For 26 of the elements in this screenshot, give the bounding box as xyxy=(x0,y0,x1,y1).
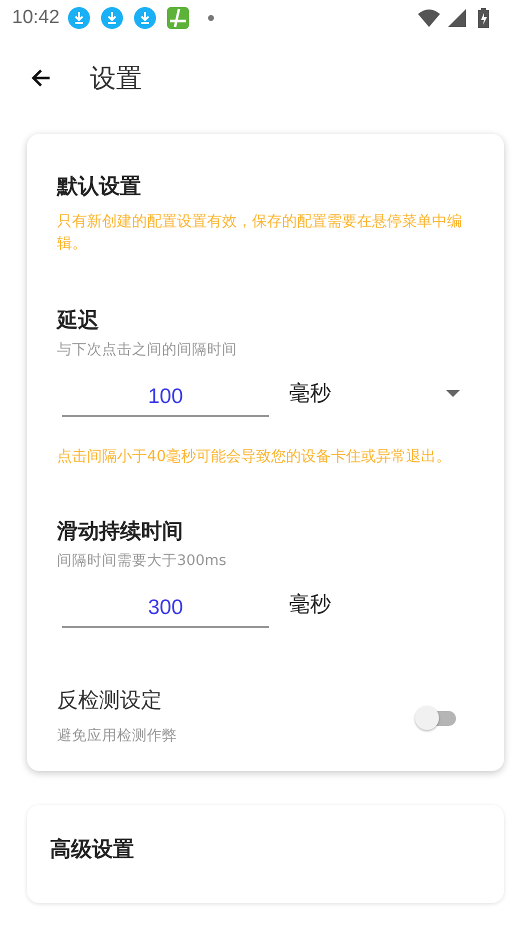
battery-icon xyxy=(478,8,489,28)
signal-icon xyxy=(446,9,468,27)
unit-dropdown[interactable]: 毫秒 xyxy=(289,379,468,417)
card-title: 高级设置 xyxy=(50,836,135,863)
warning-text: 点击间隔小于40毫秒可能会导致您的设备卡住或异常退出。 xyxy=(57,446,452,467)
page-title: 设置 xyxy=(90,62,142,96)
toggle-switch[interactable] xyxy=(414,705,458,732)
status-time: 10:42 xyxy=(12,7,60,29)
unit-label: 毫秒 xyxy=(289,591,332,618)
setting-hint: 与下次点击之间的间隔时间 xyxy=(57,340,238,359)
setting-label: 延迟 xyxy=(57,307,100,334)
wifi-icon xyxy=(418,9,440,27)
download-icon xyxy=(100,7,123,29)
card-title: 默认设置 xyxy=(57,173,142,200)
download-icon xyxy=(134,7,156,29)
setting-hint: 避免应用检测作弊 xyxy=(57,726,178,745)
caret-icon xyxy=(446,390,460,396)
setting-hint: 间隔时间需要大于300ms xyxy=(57,552,228,570)
dot-icon xyxy=(208,15,214,21)
notice-text: 只有新创建的配置设置有效，保存的配置需要在悬停菜单中编辑。 xyxy=(57,211,463,254)
app-icon xyxy=(166,7,189,29)
setting-label: 反检测设定 xyxy=(57,687,163,714)
number-field[interactable]: 300 xyxy=(62,596,269,628)
number-field[interactable]: 100 xyxy=(62,385,269,417)
download-icon xyxy=(68,7,90,29)
setting-label: 滑动持续时间 xyxy=(57,518,184,545)
